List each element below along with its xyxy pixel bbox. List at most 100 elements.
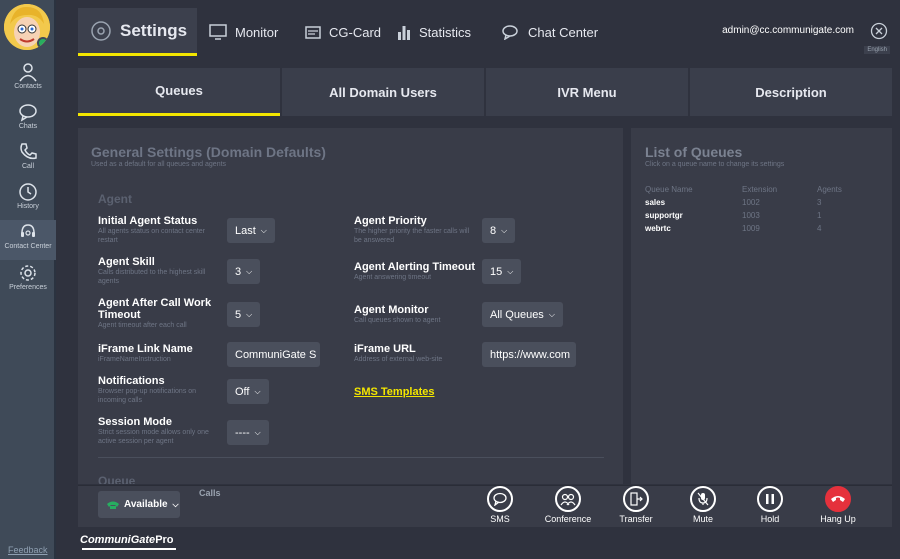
- tab-label: Chat Center: [528, 24, 599, 40]
- queue-table: Queue Name Extension Agents sales 1002 3…: [645, 185, 842, 235]
- agent-monitor-dropdown[interactable]: All Queues ⌵: [482, 302, 563, 327]
- top-navigation: Settings Monitor CG-Card Statistics Chat…: [78, 8, 892, 56]
- queue-name-link[interactable]: supportgr: [645, 209, 742, 222]
- headset-icon: [91, 20, 111, 41]
- chat-bubble-icon: [493, 492, 507, 506]
- field-description: Address of external web-site: [354, 356, 443, 363]
- queue-extension: 1002: [742, 198, 760, 207]
- agent-section-heading: Agent: [98, 192, 132, 206]
- initial-agent-status-dropdown[interactable]: Last ⌵: [227, 218, 275, 243]
- hold-button[interactable]: Hold: [740, 486, 800, 524]
- after-call-work-timeout-dropdown[interactable]: 5 ⌵: [227, 302, 261, 327]
- agent-alerting-timeout-field: Agent Alerting Timeout Agent answering t…: [354, 261, 476, 282]
- field-label: Agent Monitor: [354, 304, 429, 316]
- action-label: Transfer: [619, 514, 653, 524]
- queue-name-link[interactable]: sales: [645, 196, 742, 209]
- after-call-work-timeout-field: Agent After Call Work Timeout Agent time…: [98, 297, 220, 330]
- sidebar-item-contacts[interactable]: Contacts: [0, 60, 56, 100]
- chevron-down-icon: ⌵: [548, 309, 555, 319]
- feedback-link[interactable]: Feedback: [8, 545, 48, 555]
- notifications-dropdown[interactable]: Off ⌵: [227, 379, 269, 404]
- language-selector[interactable]: English: [864, 46, 890, 54]
- queue-name-link[interactable]: webrtc: [645, 222, 742, 235]
- sidebar-item-history[interactable]: History: [0, 180, 56, 220]
- agent-skill-field: Agent Skill Calls distributed to the hig…: [98, 256, 220, 286]
- queue-agents: 3: [817, 198, 822, 207]
- field-label: Session Mode: [98, 416, 172, 428]
- agent-priority-field: Agent Priority The higher priority the f…: [354, 215, 476, 245]
- headset-icon: [21, 224, 35, 237]
- field-description: Browser pop-up notifications on incoming…: [98, 388, 197, 404]
- agent-skill-dropdown[interactable]: 3 ⌵: [227, 259, 261, 284]
- logout-close-button[interactable]: [870, 22, 888, 45]
- sidebar-item-preferences[interactable]: Preferences: [0, 261, 56, 301]
- agent-priority-dropdown[interactable]: 8 ⌵: [482, 218, 516, 243]
- column-header: Queue Name: [645, 185, 693, 194]
- table-row: supportgr 1003 1: [645, 209, 842, 222]
- field-label: Initial Agent Status: [98, 215, 198, 227]
- hang-up-button[interactable]: Hang Up: [808, 486, 868, 524]
- conference-button[interactable]: Conference: [538, 486, 598, 524]
- tab-monitor[interactable]: Monitor: [209, 8, 278, 56]
- dropdown-value: 3: [235, 265, 242, 278]
- field-description: Agent answering timeout: [354, 274, 432, 281]
- table-row: sales 1002 3: [645, 196, 842, 209]
- sidebar-item-chats[interactable]: Chats: [0, 100, 56, 140]
- dropdown-value: 5: [235, 308, 242, 321]
- sms-button[interactable]: SMS: [470, 486, 530, 524]
- queue-extension: 1003: [742, 211, 760, 220]
- call-control-bar: Available ⌵ Calls SMS Conference Transfe…: [78, 485, 892, 527]
- field-description: Strict session mode allows only one acti…: [98, 429, 209, 445]
- dropdown-value: Off: [235, 385, 250, 398]
- logo-text-pro: Pro: [155, 534, 174, 546]
- chevron-down-icon: ⌵: [260, 225, 267, 235]
- iframe-link-name-field: iFrame Link Name iFrameNameInstruction: [98, 343, 220, 364]
- sms-templates-link[interactable]: SMS Templates: [354, 386, 435, 398]
- sidebar-item-label: Preferences: [9, 284, 47, 291]
- user-account[interactable]: admin@cc.communigate.com: [722, 25, 854, 36]
- subtab-all-domain-users[interactable]: All Domain Users: [282, 68, 484, 116]
- sidebar-item-call[interactable]: Call: [0, 140, 56, 180]
- panel-subtitle: Click on a queue name to change its sett…: [645, 161, 785, 168]
- tab-settings[interactable]: Settings: [78, 8, 197, 56]
- transfer-icon: [630, 492, 643, 506]
- field-description: The higher priority the faster calls wil…: [354, 228, 470, 244]
- iframe-link-name-input[interactable]: CommuniGate S: [227, 342, 320, 367]
- availability-dropdown[interactable]: Available ⌵: [98, 491, 180, 518]
- column-header: Agents: [817, 185, 842, 194]
- dropdown-value: All Queues: [490, 308, 544, 321]
- app-window: Contacts Chats Call History Contact Cent…: [0, 0, 900, 559]
- transfer-button[interactable]: Transfer: [606, 486, 666, 524]
- availability-status: Available: [124, 499, 168, 510]
- mute-button[interactable]: Mute: [673, 486, 733, 524]
- field-label: Agent After Call Work Timeout: [98, 297, 212, 321]
- queue-extension: 1009: [742, 224, 760, 233]
- chevron-down-icon: ⌵: [246, 309, 253, 319]
- field-description: All agents status on contact center rest…: [98, 228, 206, 244]
- iframe-url-input[interactable]: https://www.com: [482, 342, 576, 367]
- chat-bubble-icon: [19, 104, 37, 122]
- agent-alerting-timeout-dropdown[interactable]: 15 ⌵: [482, 259, 522, 284]
- tab-cg-card[interactable]: CG-Card: [305, 8, 381, 56]
- action-label: Mute: [692, 514, 713, 524]
- tab-statistics[interactable]: Statistics: [397, 8, 471, 56]
- avatar[interactable]: [4, 4, 50, 50]
- subtab-ivr-menu[interactable]: IVR Menu: [486, 68, 688, 116]
- online-status-dot: [37, 37, 49, 49]
- session-mode-dropdown[interactable]: ---- ⌵: [227, 420, 269, 445]
- panel-title: List of Queues: [645, 144, 743, 160]
- chat-bubbles-icon: [502, 25, 518, 40]
- chevron-down-icon: ⌵: [507, 266, 514, 276]
- calls-label: Calls: [199, 488, 221, 498]
- chevron-down-icon: ⌵: [246, 266, 253, 276]
- tab-label: Statistics: [419, 24, 472, 40]
- chevron-down-icon: ⌵: [501, 225, 508, 235]
- field-label: iFrame Link Name: [98, 343, 193, 355]
- subtab-description[interactable]: Description: [690, 68, 892, 116]
- sidebar-item-contact-center[interactable]: Contact Center: [0, 220, 56, 260]
- tab-chat-center[interactable]: Chat Center: [502, 8, 598, 56]
- sidebar-item-label: Chats: [18, 123, 38, 130]
- subtab-queues[interactable]: Queues: [78, 68, 280, 116]
- close-icon: [870, 22, 888, 40]
- settings-subtabs: Queues All Domain Users IVR Menu Descrip…: [78, 68, 892, 116]
